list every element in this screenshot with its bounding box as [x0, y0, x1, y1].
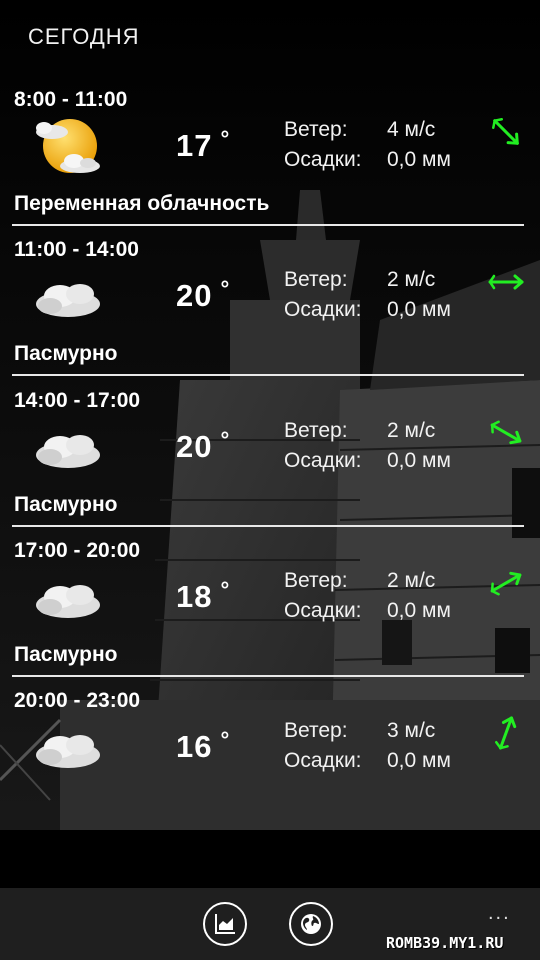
wind-label: Ветер: — [284, 569, 348, 592]
condition-label: Пасмурно — [14, 493, 118, 516]
forecast-time: 8:00 - 11:00 — [14, 88, 128, 111]
degree-sign: ° — [220, 126, 231, 151]
page-title: СЕГОДНЯ — [28, 24, 140, 49]
globe-button[interactable] — [289, 902, 333, 946]
temperature: 20 ° — [176, 427, 231, 465]
cloud-icon — [36, 735, 100, 768]
wind-value: 2 м/с — [387, 268, 436, 291]
temperature-value: 20 — [176, 429, 213, 464]
forecast-time: 17:00 - 20:00 — [14, 539, 141, 562]
precip-label: Осадки: — [284, 298, 362, 321]
degree-sign: ° — [220, 577, 231, 602]
condition-label: Пасмурно — [14, 342, 118, 365]
wind-label: Ветер: — [284, 719, 348, 742]
divider — [12, 374, 524, 376]
degree-sign: ° — [220, 427, 231, 452]
precip-value: 0,0 мм — [387, 148, 451, 171]
forecast-block[interactable]: 14:00 - 17:00 20 ° Ветер: 2 м/с Осадки: 0… — [0, 389, 540, 539]
chart-icon — [215, 914, 235, 934]
cloud-icon — [36, 284, 100, 317]
cloud-icon — [36, 435, 100, 468]
divider — [12, 525, 524, 527]
cloud-icon — [36, 585, 100, 618]
precip-label: Осадки: — [284, 749, 362, 772]
precip-value: 0,0 мм — [387, 599, 451, 622]
wind-direction-icon — [492, 118, 519, 145]
wind-value: 4 м/с — [387, 118, 436, 141]
temperature: 18 ° — [176, 577, 231, 615]
wind-value: 2 м/с — [387, 569, 436, 592]
forecast-block[interactable]: 17:00 - 20:00 18 ° Ветер: 2 м/с Осадки: 0… — [0, 539, 540, 689]
forecast-block[interactable]: 11:00 - 14:00 20 ° Ветер: 2 м/с Осадки: 0… — [0, 238, 540, 388]
degree-sign: ° — [220, 727, 231, 752]
watermark-text: ROMB39.MY1.RU — [386, 934, 504, 952]
divider — [12, 224, 524, 226]
precip-label: Осадки: — [284, 599, 362, 622]
wind-label: Ветер: — [284, 419, 348, 442]
temperature: 17 ° — [176, 126, 231, 164]
globe-icon — [301, 914, 321, 934]
temperature-value: 17 — [176, 128, 213, 163]
temperature: 16 ° — [176, 727, 231, 765]
precip-value: 0,0 мм — [387, 298, 451, 321]
forecast-time: 20:00 - 23:00 — [14, 689, 141, 712]
wind-value: 3 м/с — [387, 719, 436, 742]
forecast-time: 11:00 - 14:00 — [14, 238, 139, 261]
precip-label: Осадки: — [284, 449, 362, 472]
forecast-block[interactable]: 20:00 - 23:00 16 ° Ветер: 3 м/с Осадки: 0… — [0, 689, 540, 839]
partly-cloudy-icon — [36, 119, 100, 173]
precip-value: 0,0 мм — [387, 749, 451, 772]
temperature: 20 ° — [176, 276, 231, 314]
condition-label: Пасмурно — [14, 643, 118, 666]
temperature-value: 20 — [176, 278, 213, 313]
more-button[interactable]: ... — [488, 902, 511, 925]
condition-label: Переменная облачность — [14, 192, 270, 215]
temperature-value: 18 — [176, 579, 213, 614]
wind-label: Ветер: — [284, 268, 348, 291]
degree-sign: ° — [220, 276, 231, 301]
wind-direction-icon — [490, 571, 522, 596]
chart-button[interactable] — [203, 902, 247, 946]
precip-value: 0,0 мм — [387, 449, 451, 472]
wind-direction-icon — [488, 274, 524, 290]
temperature-value: 16 — [176, 729, 213, 764]
wind-label: Ветер: — [284, 118, 348, 141]
forecast-time: 14:00 - 17:00 — [14, 389, 141, 412]
wind-direction-icon — [495, 716, 517, 750]
precip-label: Осадки: — [284, 148, 362, 171]
wind-value: 2 м/с — [387, 419, 436, 442]
wind-direction-icon — [490, 420, 522, 445]
divider — [12, 675, 524, 677]
forecast-block[interactable]: 8:00 - 11:00 17 ° Ветер: 4 м/с Осадки: 0,… — [0, 88, 540, 238]
